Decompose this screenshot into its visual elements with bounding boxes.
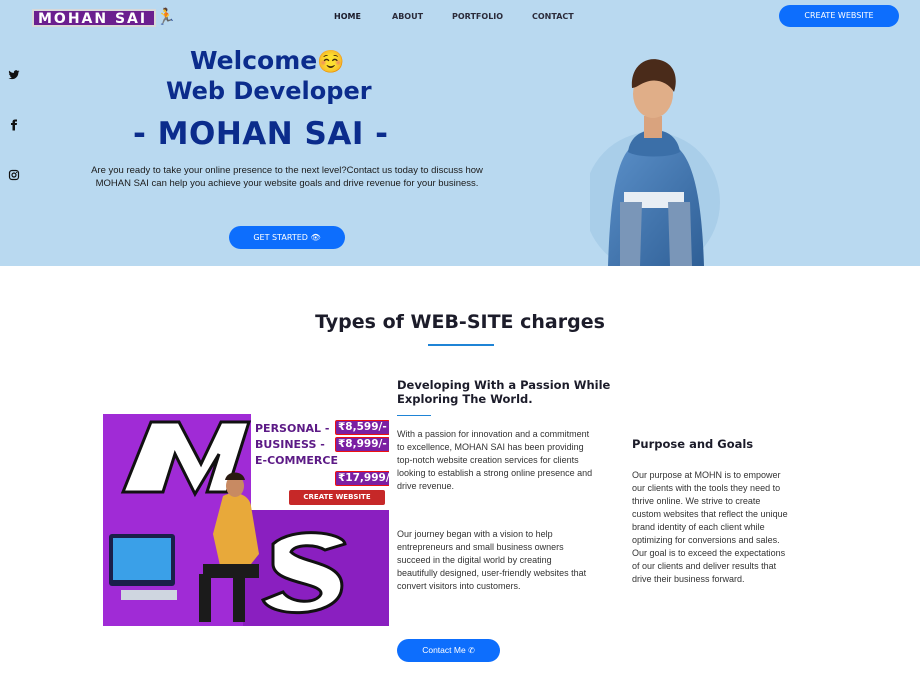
facebook-icon[interactable]: [8, 119, 22, 133]
about-title: Developing With a Passion While Explorin…: [397, 378, 611, 406]
about-divider: [397, 415, 431, 416]
eye-icon: 👁: [310, 233, 321, 242]
runner-icon: 🏃: [156, 9, 176, 26]
twitter-icon[interactable]: [8, 69, 22, 83]
promo-label-personal: PERSONAL -: [255, 422, 330, 435]
section-title: Types of WEB-SITE charges: [315, 311, 605, 333]
promo-price-personal: ₹8,599/-: [335, 420, 389, 435]
about-paragraph-1: With a passion for innovation and a comm…: [397, 429, 593, 491]
hero-name: - MOHAN SAI -: [133, 116, 389, 152]
pricing-promo-image: PERSONAL - ₹8,599/- BUSINESS - ₹8,999/- …: [103, 414, 389, 626]
goals-text: Our purpose at MOHN is to empower our cl…: [632, 470, 788, 584]
developer-portrait: [590, 59, 720, 266]
section-divider: [428, 344, 494, 346]
promo-label-ecommerce: E-COMMERCE: [255, 454, 338, 467]
nav-contact[interactable]: CONTACT: [532, 11, 574, 23]
hero-description: Are you ready to take your online presen…: [91, 165, 483, 189]
promo-create-website-label: CREATE WEBSITE: [289, 490, 385, 505]
get-started-label: GET STARTED: [253, 233, 308, 242]
nav-home[interactable]: HOME: [334, 11, 361, 23]
logo-box: MOHAN SAI: [32, 9, 156, 27]
contact-me-label: Contact Me: [422, 645, 466, 655]
promo-price-business: ₹8,999/-: [335, 437, 389, 452]
logo-text: MOHAN SAI: [38, 11, 148, 27]
smile-emoji: ☺️: [317, 50, 345, 75]
nav-about[interactable]: ABOUT: [392, 11, 423, 23]
brand-logo[interactable]: MOHAN SAI 🏃: [32, 7, 176, 29]
hero-role: Web Developer: [166, 77, 372, 105]
promo-price-ecommerce: ₹17,999/-: [335, 471, 389, 486]
hero-welcome: Welcome☺️: [190, 46, 345, 78]
hero-section: MOHAN SAI 🏃 HOME ABOUT PORTFOLIO CONTACT…: [0, 0, 920, 266]
about-paragraph-2: Our journey began with a vision to help …: [397, 529, 587, 591]
create-website-button[interactable]: CREATE WEBSITE: [779, 5, 899, 27]
goals-title: Purpose and Goals: [632, 437, 754, 451]
welcome-text: Welcome: [190, 46, 318, 75]
whatsapp-icon: ✆: [468, 646, 475, 655]
get-started-button[interactable]: GET STARTED 👁: [229, 226, 345, 249]
instagram-icon[interactable]: [8, 169, 22, 183]
contact-me-button[interactable]: Contact Me ✆: [397, 639, 500, 662]
promo-label-business: BUSINESS -: [255, 438, 325, 451]
nav-portfolio[interactable]: PORTFOLIO: [452, 11, 503, 23]
